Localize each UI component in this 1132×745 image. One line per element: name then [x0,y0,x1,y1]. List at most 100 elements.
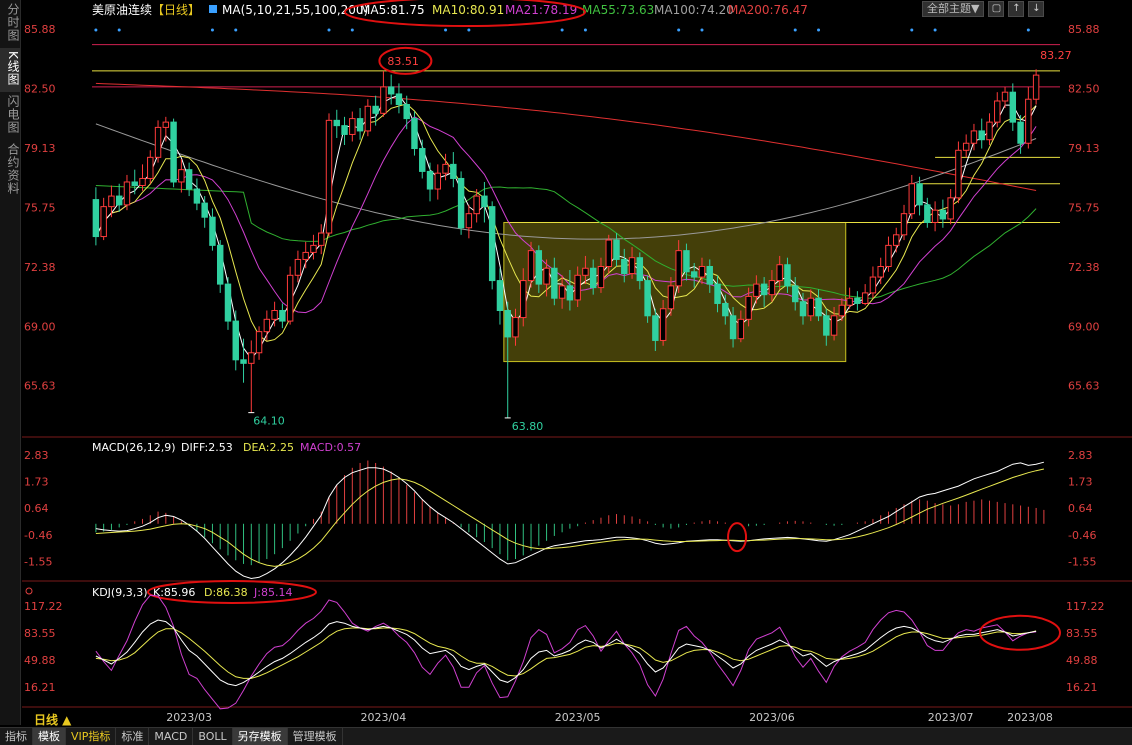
period-button[interactable]: 日线 ▲ [34,711,71,728]
kdj-left-tick: 83.55 [24,627,56,640]
x-axis-label: 2023/04 [361,711,407,724]
ma-value-3: MA55:73.63 [582,3,654,17]
candle-body [520,280,527,319]
main-right-tick: 69.00 [1068,320,1100,333]
candle-body [450,163,457,179]
candle-body [776,264,783,282]
candle-body [877,265,884,278]
candle-body [994,100,1001,123]
last-price-label: 83.27 [1040,49,1072,62]
macd-left-tick: -0.46 [24,529,52,542]
candle-body [589,267,597,289]
bottom-tab-6[interactable]: 另存模板 [232,728,288,745]
candle-body [115,195,123,206]
main-left-tick: 69.00 [24,320,56,333]
macd-right-tick: -0.46 [1068,529,1096,542]
event-dot [700,28,704,32]
ma-value-0: MA5:81.75 [360,3,425,17]
candle-body [108,195,115,208]
bottom-tab-0[interactable]: 指标 [0,728,33,745]
bottom-tab-7[interactable]: 管理模板 [288,728,343,745]
macd-diff-value: DIFF:2.53 [181,441,233,454]
candle-body [986,121,993,141]
bottom-tab-1[interactable]: 模板 [33,728,66,745]
ma-toggle-icon [209,5,217,13]
candle-body [931,209,939,223]
ma-value-4: MA100:74.20 [654,3,734,17]
candle-body [123,181,131,206]
candle-body [823,315,830,336]
candle-body [613,239,620,260]
x-axis-label: 2023/06 [749,711,795,724]
macd-hist-value: MACD:0.57 [300,441,361,454]
candle-body [178,169,185,183]
bottom-tab-4[interactable]: MACD [149,728,194,745]
candle-body [854,297,861,304]
event-dot [677,28,681,32]
candle-body [566,285,574,301]
candle-body [279,310,286,322]
bottom-tab-5[interactable]: BOLL [193,728,233,745]
candle-body [652,315,659,341]
candle-body [1032,74,1040,100]
candle-body [411,118,418,150]
candle-body [978,130,985,141]
candle-body [574,274,581,301]
candle-body [209,216,216,246]
candle-body [131,181,138,187]
macd-diff-line [95,461,1045,580]
candle-body [597,265,605,289]
candle-body [100,206,107,238]
theme-dropdown[interactable]: 全部主题▼ [922,1,985,17]
candle-body [1001,91,1009,102]
candle-body [885,244,892,267]
kdj-right-tick: 49.88 [1066,654,1098,667]
candle-body [683,250,690,273]
event-dot [210,28,214,32]
candle-body [644,280,651,317]
bottom-tab-3[interactable]: 标准 [116,728,150,745]
ma-value-5: MA200:76.47 [728,3,808,17]
kdj-j-value: J:85.14 [253,586,292,599]
candle-body [224,283,232,322]
candle-body [325,119,333,234]
candle-body [861,292,869,304]
candle-body [139,177,146,187]
candle-body [512,317,519,338]
event-dot [560,28,564,32]
macd-right-tick: 1.73 [1068,476,1093,489]
candle-body [760,283,768,296]
candle-body [675,250,682,287]
candle-body [745,295,752,320]
main-right-tick: 82.50 [1068,83,1100,96]
down-icon[interactable]: ↓ [1028,1,1045,17]
kdj-d-value: D:86.38 [204,586,248,599]
macd-left-tick: 1.73 [24,476,49,489]
macd-cross-circle-annotation [727,522,748,553]
candle-body [434,172,442,190]
candle-body [364,105,372,132]
candle-body [341,125,348,135]
low2-label: 63.80 [512,420,544,433]
candle-body [636,257,644,282]
candle-body [465,213,473,229]
candle-body [582,267,589,276]
candle-body [815,297,822,317]
macd-dea-value: DEA:2.25 [243,441,294,454]
candle-body [185,169,193,190]
candle-body [356,118,364,132]
kdj-left-tick: 117.22 [24,600,63,613]
main-left-tick: 79.13 [24,142,56,155]
candle-body [768,280,776,296]
up-icon[interactable]: ↑ [1008,1,1025,17]
candle-body [924,204,931,223]
chart-canvas[interactable]: 美原油连续 【日线】 MA(5,10,21,55,100,200)MA5:81.75… [0,0,1132,744]
event-dot [117,28,121,32]
candle-body [543,267,550,285]
candle-body [403,104,410,120]
candle-body [473,195,480,215]
event-dot [793,28,797,32]
candle-body [784,264,791,287]
page-icon[interactable]: ▢ [988,1,1005,17]
bottom-tab-2[interactable]: VIP指标 [66,728,117,745]
